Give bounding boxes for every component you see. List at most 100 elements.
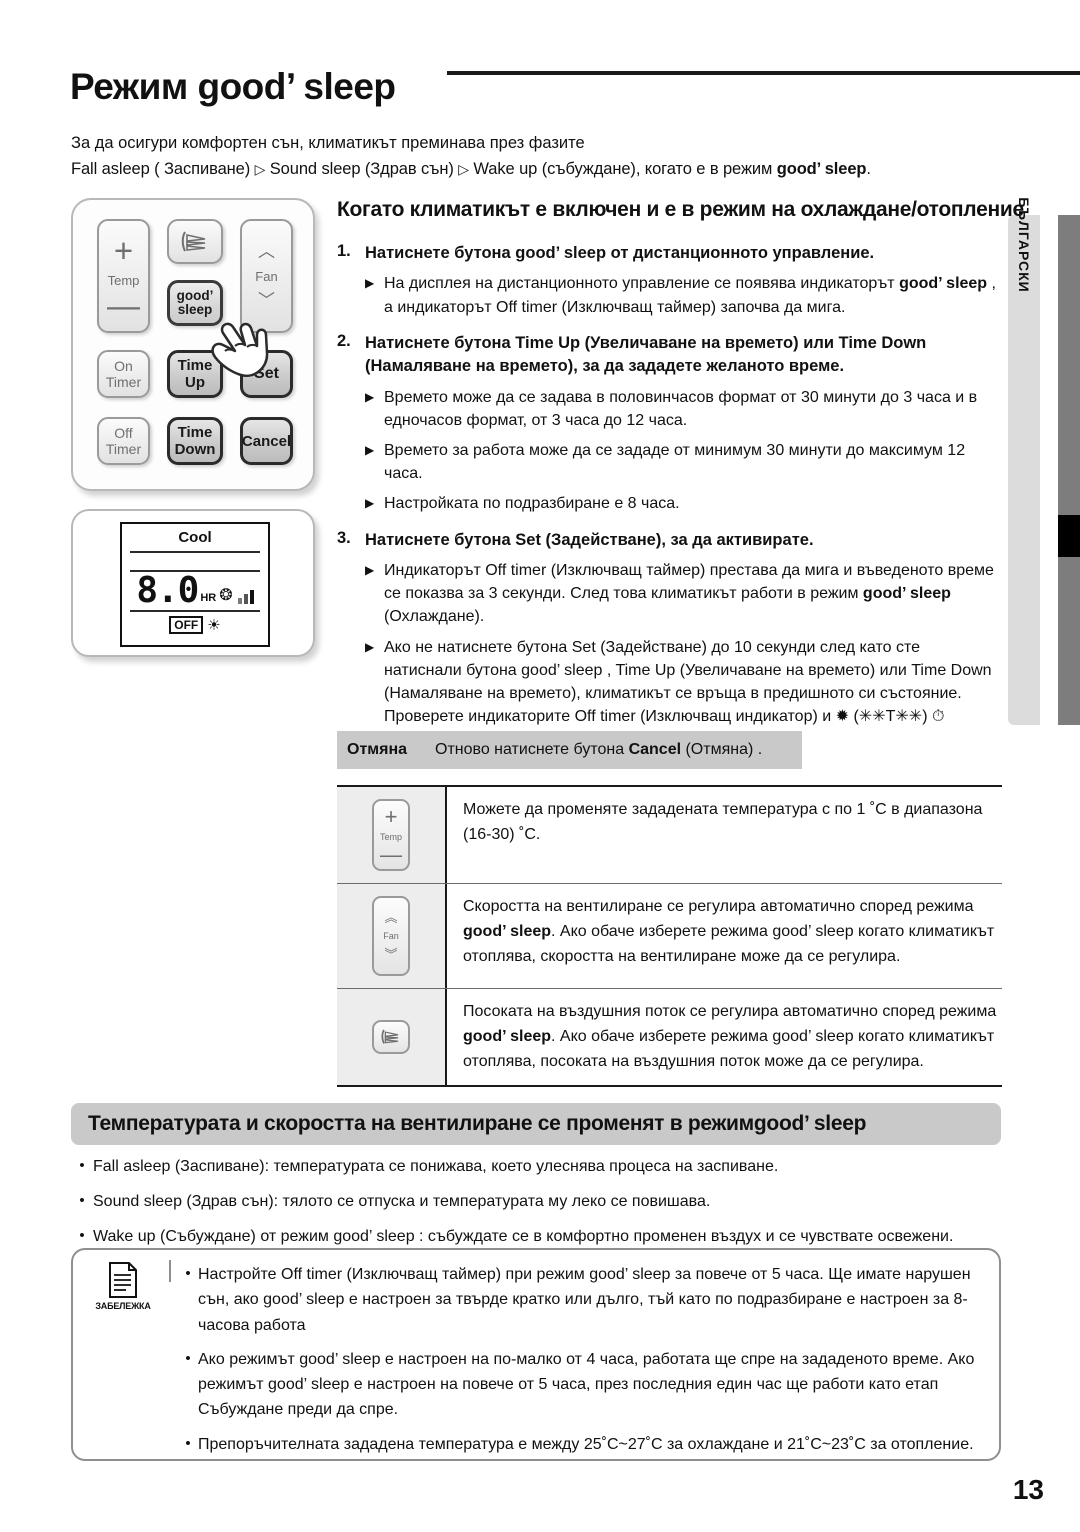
on-timer-button: On Timer — [97, 350, 150, 398]
on-timer-label-2: Timer — [105, 374, 142, 390]
sub-brand: good’ sleep — [862, 585, 951, 603]
triangle-right-icon: ▷ — [254, 160, 266, 177]
step-text-brand: good’ sleep — [515, 244, 607, 262]
good-sleep-button-label-1: good’ — [176, 288, 214, 303]
time-down-button: Time Down — [167, 417, 223, 465]
step-sub-list: ▶ На дисплея на дистанционното управлени… — [337, 272, 1002, 318]
arrow-right-icon: ▶ — [365, 276, 375, 291]
page-number: 13 — [1012, 1474, 1044, 1505]
cancel-value-button: Cancel — [628, 741, 682, 758]
step-list: 1. Натиснете бутона good’ sleep от диста… — [337, 242, 1002, 752]
off-timer-label-1: Off — [114, 425, 133, 441]
intro-brand: good’ sleep — [776, 159, 867, 178]
cancel-row-value: Отново натиснете бутона Cancel (Отмяна) … — [435, 741, 762, 759]
sub-a: На дисплея на дистанционното управление … — [384, 275, 900, 293]
off-timer-badge: OFF — [169, 616, 204, 634]
remote-control-illustration: + Temp — ︿ Fan ﹀ good’ sleep On Timer Ti… — [71, 198, 315, 491]
set-button-label: Set — [254, 365, 279, 382]
table-cell-icon: ︽ Fan ︾ — [337, 884, 447, 988]
step-number: 3. — [337, 528, 351, 547]
time-up-label-1: Time — [177, 357, 213, 374]
list-item: • Ако режимът good’ sleep е настроен на … — [178, 1347, 981, 1423]
note-text: Препоръчителната зададена температура е … — [198, 1435, 974, 1453]
step-item: 3. Натиснете бутона Set (Задействане), з… — [337, 529, 1002, 752]
on-timer-label-1: On — [114, 358, 133, 374]
table-row: + Temp — Можете да променяте зададената … — [337, 787, 1002, 884]
language-index-strip — [1058, 215, 1080, 725]
sub-b: (Охлаждане). — [384, 608, 485, 626]
fan-icon: ❂ — [219, 587, 233, 604]
section-heading-1: Когато климатикът е включен и е в режим … — [337, 198, 1024, 221]
step-text-a: Натиснете бутона — [365, 244, 516, 262]
step-sub-item: ▶ Времето може да се задава в половинчас… — [337, 386, 1002, 432]
fan-text-a: Скоростта на вентилиране се регулира авт… — [463, 898, 974, 915]
chevron-up-icon: ︽ — [384, 910, 398, 925]
intro-text: За да осигури комфортен сън, климатикът … — [71, 131, 1001, 182]
language-tab: БЪЛГАРСКИ — [1008, 197, 1040, 725]
lcd-screen: Cool 8.0 HR ❂ OFF ☀ — [120, 522, 270, 647]
list-item: • Настройте Off timer (Изключващ таймер)… — [178, 1262, 981, 1338]
note-body: • Настройте Off timer (Изключващ таймер)… — [178, 1262, 981, 1466]
chevron-down-icon: ﹀ — [258, 290, 275, 310]
step-sub-item: ▶ Настройката по подразбиране е 8 часа. — [337, 492, 1002, 515]
off-timer-button: Off Timer — [97, 417, 150, 465]
step-sub-text: На дисплея на дистанционното управление … — [384, 272, 1002, 318]
fan-button: ︿ Fan ﹀ — [240, 219, 293, 333]
instructions-column: Когато климатикът е включен и е в режим … — [337, 198, 1024, 765]
temp-button: + Temp — — [97, 219, 150, 333]
cancel-row-key: Отмяна — [347, 741, 408, 758]
note-box: ЗАБЕЛЕЖКА • Настройте Off timer (Изключв… — [71, 1248, 1001, 1461]
step-heading: 3. Натиснете бутона Set (Задействане), з… — [337, 529, 1002, 552]
temp-label: Temp — [379, 832, 402, 842]
step-sub-text: Времето може да се задава в половинчасов… — [384, 388, 978, 429]
time-up-button: Time Up — [167, 350, 223, 398]
step-sub-list: ▶ Индикаторът Off timer (Изключващ тайме… — [337, 559, 1002, 752]
step-item: 2. Натиснете бутона Time Up (Увеличаване… — [337, 332, 1002, 516]
swing-icon — [381, 1029, 399, 1044]
arrow-right-icon: ▶ — [365, 443, 375, 458]
note-caption: ЗАБЕЛЕЖКА — [95, 1301, 151, 1311]
section-heading-2: Температурата и скоростта на вентилиране… — [71, 1103, 1001, 1145]
good-sleep-button-label-2: sleep — [177, 302, 213, 317]
arrow-right-icon: ▶ — [365, 496, 375, 511]
bullet-icon: • — [185, 1349, 191, 1367]
step-text: Натиснете бутона good’ sleep от дистанци… — [365, 242, 1002, 265]
set-button: Set — [240, 350, 293, 398]
lcd-value: 8.0 — [136, 570, 199, 611]
table-row: Посоката на въздушния поток се регулира … — [337, 989, 1002, 1086]
page-title-brand: good’ sleep — [197, 66, 396, 107]
triangle-right-icon-2: ▷ — [458, 160, 469, 177]
temp-button-label: Temp — [107, 272, 140, 288]
table-cell-icon — [337, 989, 447, 1086]
list-item: • Wake up (Събуждане) от режим good’ sle… — [71, 1225, 1006, 1249]
bullet-icon: • — [79, 1157, 85, 1174]
note-divider — [169, 1260, 171, 1282]
step-number: 2. — [337, 331, 351, 350]
step-sub-text: Индикаторът Off timer (Изключващ таймер)… — [384, 559, 1002, 629]
time-down-label-2: Down — [174, 441, 216, 458]
page-title: Режим good’ sleep — [70, 66, 396, 108]
table-cell-text: Посоката на въздушния поток се регулира … — [447, 989, 1002, 1085]
minus-icon: — — [107, 286, 140, 324]
cancel-row: Отмяна Отново натиснете бутона Cancel (О… — [337, 731, 802, 769]
fan-button-label: Fan — [255, 268, 278, 284]
lcd-mode-label: Cool — [178, 529, 212, 546]
good-sleep-icon: ☀ — [207, 617, 221, 634]
step-text: Натиснете бутона Set (Задействане), за д… — [365, 530, 814, 549]
plus-icon: + — [384, 804, 398, 829]
phase-bullet-list: • Fall asleep (Заспиване): температурата… — [71, 1155, 1006, 1260]
bullet-icon: • — [79, 1192, 85, 1209]
intro-phase-2: Sound sleep (Здрав сън) — [265, 159, 459, 178]
lcd-display-illustration: Cool 8.0 HR ❂ OFF ☀ — [71, 509, 315, 657]
step-sub-item: ▶ Индикаторът Off timer (Изключващ тайме… — [337, 559, 1002, 629]
intro-line-1: За да осигури комфортен сън, климатикът … — [71, 134, 585, 152]
arrow-right-icon: ▶ — [365, 563, 375, 577]
intro-period: . — [866, 159, 871, 178]
lcd-value-row: 8.0 HR ❂ — [122, 570, 268, 611]
table-cell-text: Скоростта на вентилиране се регулира авт… — [447, 884, 1002, 988]
swing-text-brand: good’ sleep — [463, 1027, 552, 1045]
fan-speed-bars-icon — [236, 590, 254, 604]
swing-button — [167, 219, 223, 264]
cancel-button-label: Cancel — [241, 432, 292, 450]
fan-text-brand: good’ sleep — [463, 922, 552, 940]
